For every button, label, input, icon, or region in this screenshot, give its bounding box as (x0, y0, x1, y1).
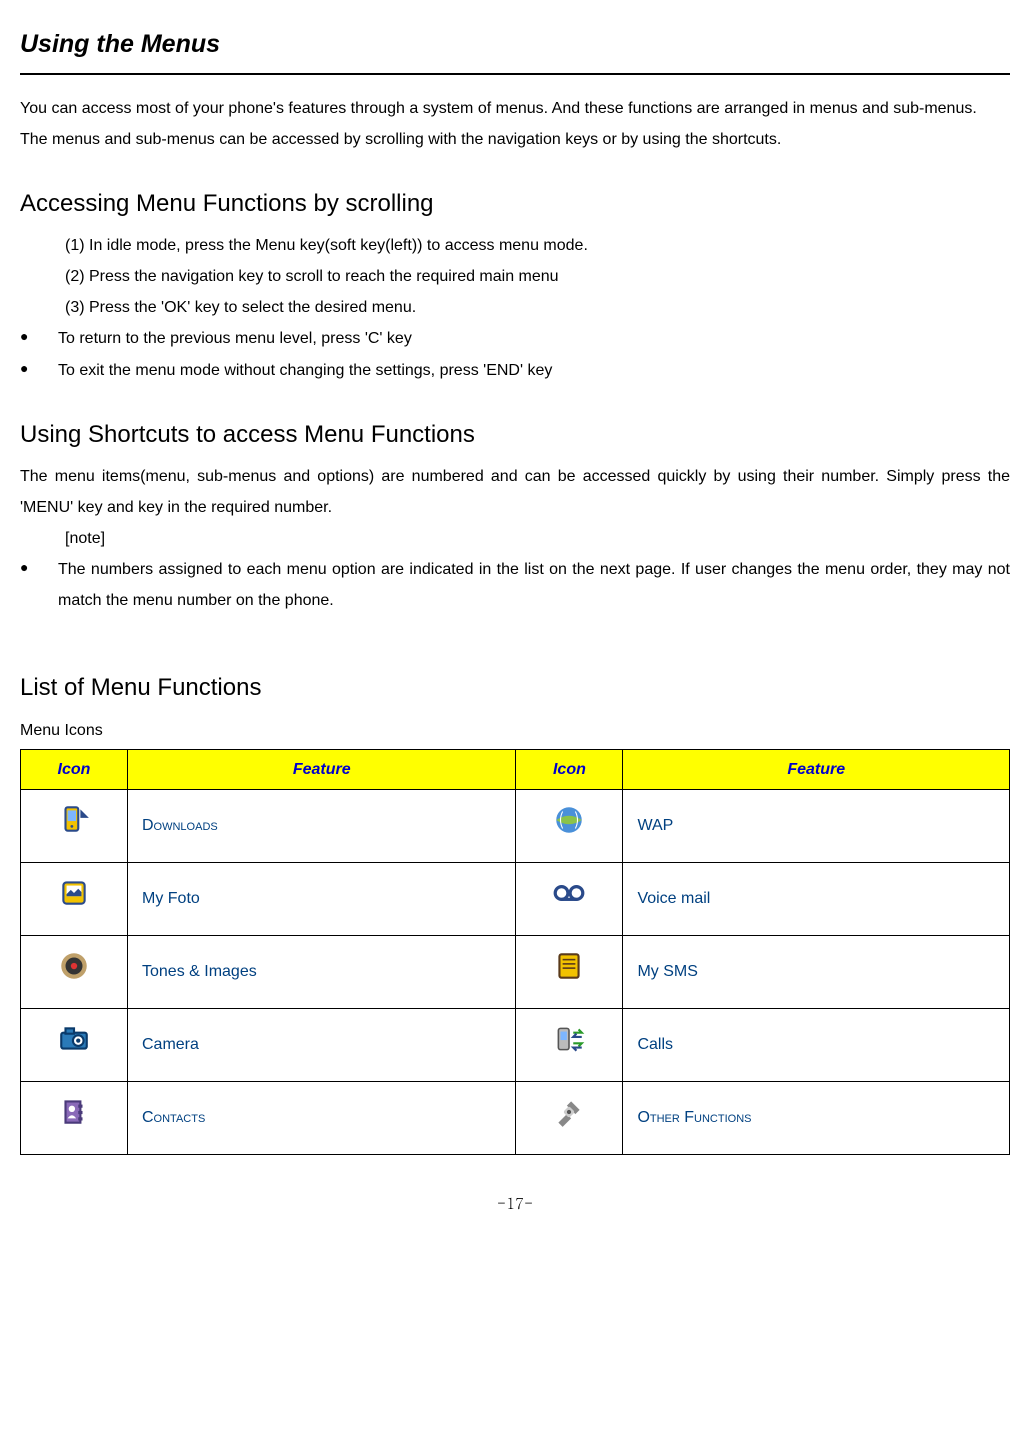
contacts-feature: Contacts (128, 1081, 516, 1154)
table-row: Camera Calls (21, 1008, 1010, 1081)
sms-feature: My SMS (623, 935, 1010, 1008)
th-feature-1: Feature (128, 749, 516, 789)
other-feature: Other Functions (623, 1081, 1010, 1154)
menu-table: Icon Feature Icon Feature Downloads WAP … (20, 749, 1010, 1155)
step-2: (2) Press the navigation key to scroll t… (65, 261, 1010, 292)
title-rule (20, 73, 1010, 75)
bullet-return: To return to the previous menu level, pr… (20, 323, 1010, 354)
downloads-feature: Downloads (128, 789, 516, 862)
page-number: -17- (20, 1189, 1010, 1218)
myfoto-icon (21, 862, 128, 935)
intro-paragraph-1: You can access most of your phone's feat… (20, 93, 1010, 124)
wap-feature: WAP (623, 789, 1010, 862)
myfoto-feature: My Foto (128, 862, 516, 935)
tones-icon (21, 935, 128, 1008)
page-title: Using the Menus (20, 20, 1010, 69)
shortcuts-body: The menu items(menu, sub-menus and optio… (20, 461, 1010, 523)
sms-icon (516, 935, 623, 1008)
note-bullets: The numbers assigned to each menu option… (20, 554, 1010, 616)
tones-feature: Tones & Images (128, 935, 516, 1008)
camera-icon (21, 1008, 128, 1081)
voicemail-icon (516, 862, 623, 935)
th-icon-2: Icon (516, 749, 623, 789)
downloads-icon (21, 789, 128, 862)
calls-icon (516, 1008, 623, 1081)
step-3: (3) Press the 'OK' key to select the des… (65, 292, 1010, 323)
section-heading-list: List of Menu Functions (20, 665, 1010, 712)
table-row: Downloads WAP (21, 789, 1010, 862)
intro-paragraph-2: The menus and sub-menus can be accessed … (20, 124, 1010, 155)
menu-icons-label: Menu Icons (20, 715, 1010, 746)
step-bullets: To return to the previous menu level, pr… (20, 323, 1010, 385)
table-row: Contacts Other Functions (21, 1081, 1010, 1154)
table-row: My Foto Voice mail (21, 862, 1010, 935)
th-icon-1: Icon (21, 749, 128, 789)
bullet-exit: To exit the menu mode without changing t… (20, 355, 1010, 386)
step-1: (1) In idle mode, press the Menu key(sof… (65, 230, 1010, 261)
section-heading-scrolling: Accessing Menu Functions by scrolling (20, 181, 1010, 228)
section-heading-shortcuts: Using Shortcuts to access Menu Functions (20, 412, 1010, 459)
th-feature-2: Feature (623, 749, 1010, 789)
wap-icon (516, 789, 623, 862)
note-label: [note] (65, 523, 1010, 554)
table-row: Tones & Images My SMS (21, 935, 1010, 1008)
other-icon (516, 1081, 623, 1154)
contacts-icon (21, 1081, 128, 1154)
calls-feature: Calls (623, 1008, 1010, 1081)
note-bullet: The numbers assigned to each menu option… (20, 554, 1010, 616)
camera-feature: Camera (128, 1008, 516, 1081)
voicemail-feature: Voice mail (623, 862, 1010, 935)
